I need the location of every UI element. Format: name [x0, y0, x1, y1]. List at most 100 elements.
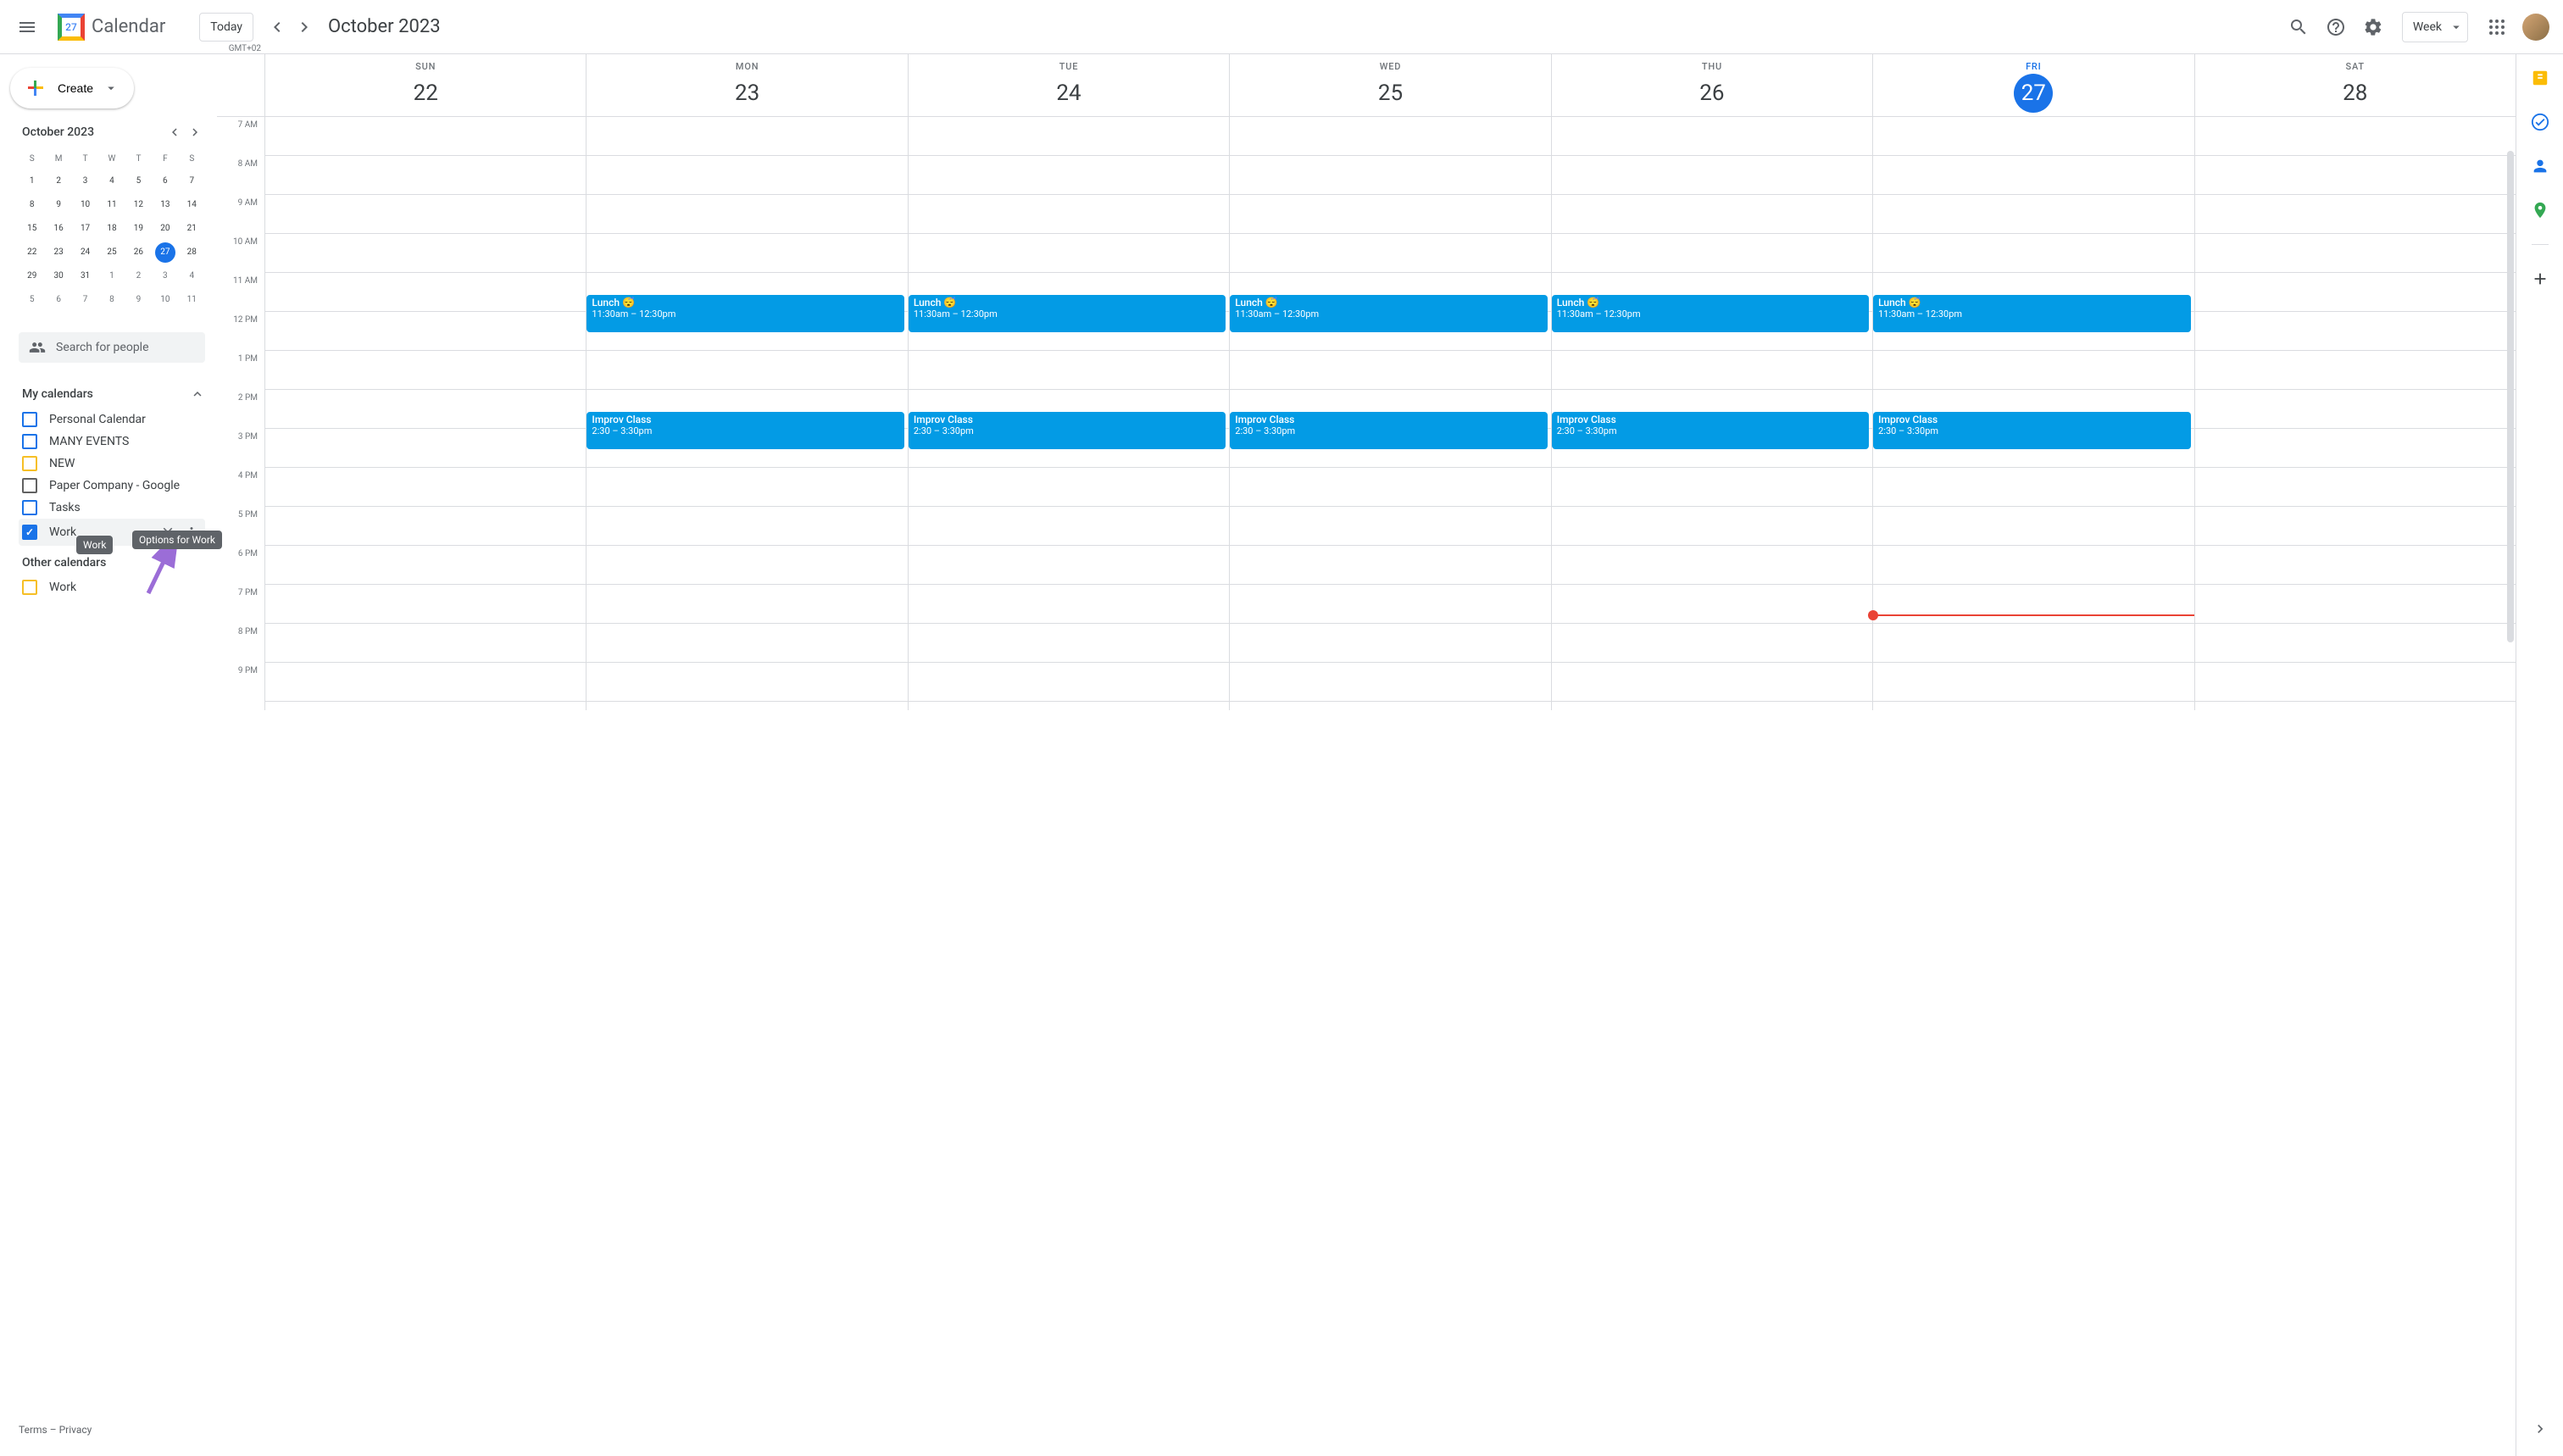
mini-cal-day[interactable]: 5	[22, 290, 42, 310]
mini-cal-day[interactable]: 20	[155, 219, 175, 239]
mini-cal-day[interactable]: 26	[128, 242, 148, 263]
settings-button[interactable]	[2356, 10, 2390, 44]
hour-cell[interactable]	[2195, 468, 2516, 507]
mini-cal-day[interactable]: 14	[181, 195, 202, 215]
hour-cell[interactable]	[587, 507, 907, 546]
mini-cal-day[interactable]: 23	[48, 242, 69, 263]
hour-cell[interactable]	[1230, 468, 1550, 507]
hour-cell[interactable]	[1230, 351, 1550, 390]
mini-cal-day[interactable]: 31	[75, 266, 96, 286]
hour-cell[interactable]	[909, 351, 1229, 390]
hour-cell[interactable]	[2195, 663, 2516, 702]
mini-cal-day[interactable]: 24	[75, 242, 96, 263]
hour-cell[interactable]	[1552, 585, 1872, 624]
get-addons-button[interactable]	[2523, 262, 2557, 296]
next-week-button[interactable]	[291, 14, 318, 41]
hour-cell[interactable]	[1873, 624, 2193, 663]
create-button[interactable]: Create	[10, 68, 134, 108]
day-number[interactable]: 26	[1693, 74, 1732, 113]
mini-cal-day[interactable]: 1	[102, 266, 122, 286]
mini-cal-day[interactable]: 2	[128, 266, 148, 286]
mini-cal-day[interactable]: 30	[48, 266, 69, 286]
hour-cell[interactable]	[1230, 546, 1550, 585]
today-button[interactable]: Today	[199, 13, 253, 42]
day-column[interactable]: Lunch 😴11:30am – 12:30pmImprov Class2:30…	[586, 117, 907, 710]
mini-cal-next[interactable]	[185, 122, 205, 142]
google-apps-button[interactable]	[2480, 10, 2514, 44]
hour-cell[interactable]	[587, 624, 907, 663]
event-lunch[interactable]: Lunch 😴11:30am – 12:30pm	[909, 295, 1226, 332]
hour-cell[interactable]	[1230, 585, 1550, 624]
hour-cell[interactable]	[2195, 234, 2516, 273]
mini-cal-day[interactable]: 21	[181, 219, 202, 239]
hour-cell[interactable]	[587, 156, 907, 195]
mini-cal-day[interactable]: 4	[102, 171, 122, 192]
mini-cal-day[interactable]: 28	[181, 242, 202, 263]
event-lunch[interactable]: Lunch 😴11:30am – 12:30pm	[1873, 295, 2190, 332]
hour-cell[interactable]	[265, 351, 586, 390]
prev-week-button[interactable]	[264, 14, 291, 41]
event-improv[interactable]: Improv Class2:30 – 3:30pm	[1873, 412, 2190, 449]
mini-cal-day[interactable]: 22	[22, 242, 42, 263]
hour-cell[interactable]	[1552, 468, 1872, 507]
mini-cal-day[interactable]: 8	[22, 195, 42, 215]
calendar-scroll[interactable]: 7 AM8 AM9 AM10 AM11 AM12 PM1 PM2 PM3 PM4…	[217, 117, 2516, 1456]
mini-cal-day[interactable]: 10	[75, 195, 96, 215]
hour-cell[interactable]	[2195, 195, 2516, 234]
mini-cal-day[interactable]: 8	[102, 290, 122, 310]
privacy-link[interactable]: Privacy	[59, 1424, 92, 1436]
hour-cell[interactable]	[909, 195, 1229, 234]
day-number[interactable]: 23	[728, 74, 767, 113]
calendar-checkbox[interactable]	[22, 525, 37, 540]
day-number[interactable]: 24	[1049, 74, 1088, 113]
hour-cell[interactable]	[1873, 663, 2193, 702]
mini-cal-day[interactable]: 6	[48, 290, 69, 310]
contacts-button[interactable]	[2523, 149, 2557, 183]
hour-cell[interactable]	[587, 546, 907, 585]
hide-side-panel[interactable]	[2527, 1415, 2554, 1442]
mini-cal-day[interactable]: 17	[75, 219, 96, 239]
hour-cell[interactable]	[1873, 195, 2193, 234]
mini-cal-day[interactable]: 10	[155, 290, 175, 310]
hour-cell[interactable]	[909, 624, 1229, 663]
hour-cell[interactable]	[1552, 663, 1872, 702]
hour-cell[interactable]	[2195, 429, 2516, 468]
hour-cell[interactable]	[1873, 234, 2193, 273]
event-improv[interactable]: Improv Class2:30 – 3:30pm	[1230, 412, 1547, 449]
tasks-button[interactable]	[2523, 105, 2557, 139]
hour-cell[interactable]	[2195, 390, 2516, 429]
day-number[interactable]: 25	[1370, 74, 1409, 113]
hour-cell[interactable]	[1230, 507, 1550, 546]
hour-cell[interactable]	[1873, 507, 2193, 546]
hour-cell[interactable]	[909, 585, 1229, 624]
hour-cell[interactable]	[587, 585, 907, 624]
mini-cal-day[interactable]: 13	[155, 195, 175, 215]
mini-cal-day[interactable]: 1	[22, 171, 42, 192]
hour-cell[interactable]	[1873, 585, 2193, 624]
hour-cell[interactable]	[587, 234, 907, 273]
hour-cell[interactable]	[265, 507, 586, 546]
hour-cell[interactable]	[587, 117, 907, 156]
event-improv[interactable]: Improv Class2:30 – 3:30pm	[587, 412, 903, 449]
hour-cell[interactable]	[1230, 156, 1550, 195]
mini-cal-day[interactable]: 5	[128, 171, 148, 192]
hour-cell[interactable]	[2195, 507, 2516, 546]
mini-cal-day[interactable]: 6	[155, 171, 175, 192]
hour-cell[interactable]	[265, 585, 586, 624]
support-button[interactable]	[2319, 10, 2353, 44]
keep-button[interactable]	[2523, 61, 2557, 95]
mini-cal-day[interactable]: 18	[102, 219, 122, 239]
hour-cell[interactable]	[1230, 195, 1550, 234]
hour-cell[interactable]	[1230, 624, 1550, 663]
hour-cell[interactable]	[1873, 156, 2193, 195]
hour-cell[interactable]	[265, 234, 586, 273]
hour-cell[interactable]	[1552, 351, 1872, 390]
hour-cell[interactable]	[1230, 663, 1550, 702]
hour-cell[interactable]	[1552, 507, 1872, 546]
hour-cell[interactable]	[2195, 546, 2516, 585]
hour-cell[interactable]	[265, 273, 586, 312]
day-column[interactable]: Lunch 😴11:30am – 12:30pm Improv Class2:30…	[1872, 117, 2193, 710]
terms-link[interactable]: Terms	[19, 1424, 47, 1436]
mini-cal-day[interactable]: 7	[75, 290, 96, 310]
mini-cal-day[interactable]: 19	[128, 219, 148, 239]
